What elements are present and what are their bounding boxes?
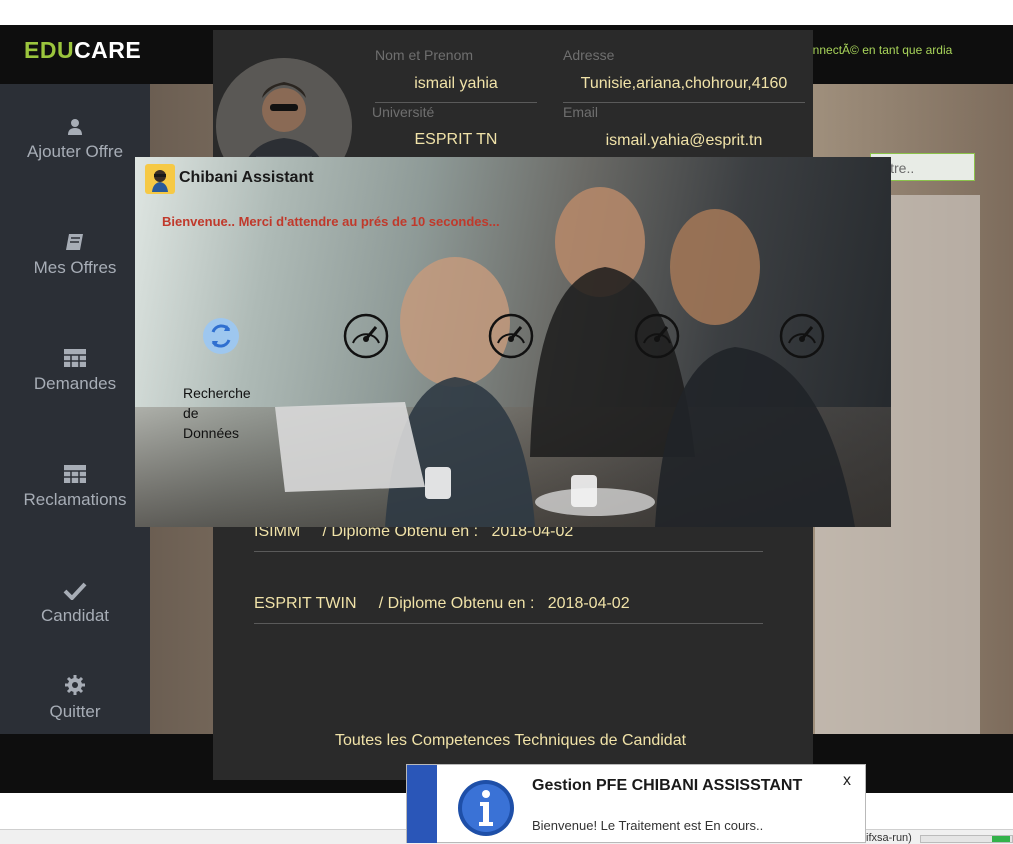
competences-title: Toutes les Competences Techniques de Can… xyxy=(335,732,687,749)
educare-logo: EDUCARE xyxy=(24,37,141,64)
email-value: ismail.yahia@esprit.tn xyxy=(605,132,763,149)
table-icon xyxy=(64,465,86,483)
assistant-welcome-message: Bienvenue.. Merci d'attendre au prés de … xyxy=(162,214,500,229)
nom-value: ismail yahia xyxy=(414,75,498,92)
table-icon xyxy=(64,349,86,367)
universite-value: ESPRIT TN xyxy=(414,131,498,148)
notification-title: Gestion PFE CHIBANI ASSISSTANT xyxy=(532,777,803,794)
sidebar-item-demandes[interactable]: Demandes xyxy=(0,348,150,394)
adresse-underline xyxy=(563,102,805,103)
notification-accent-stripe xyxy=(407,765,437,843)
close-button[interactable]: x xyxy=(843,772,851,790)
user-icon xyxy=(68,119,82,135)
assistant-title: Chibani Assistant xyxy=(179,169,314,186)
gauge-icon xyxy=(343,313,389,359)
notification-message: Bienvenue! Le Traitement est En cours.. xyxy=(532,818,764,833)
sidebar-item-candidat[interactable]: Candidat xyxy=(0,582,150,626)
diploma-label: / Diplome Obtenu en : xyxy=(378,595,535,612)
assistant-logo-icon xyxy=(145,164,175,194)
sidebar-item-label: Demandes xyxy=(33,374,117,393)
book-icon xyxy=(66,234,83,250)
email-label: Email xyxy=(563,104,599,120)
gauge-icon xyxy=(779,313,825,359)
diploma-row: ESPRIT TWIN / Diplome Obtenu en : 2018-0… xyxy=(254,595,630,613)
connected-user-label: connectÃ© en tant que ardia xyxy=(800,43,953,57)
diploma-school: ESPRIT TWIN xyxy=(254,595,357,612)
sidebar-item-reclamations[interactable]: Reclamations xyxy=(0,464,150,510)
gear-icon xyxy=(65,675,85,695)
logo-part-edu: EDU xyxy=(24,37,75,63)
check-icon xyxy=(63,582,87,600)
taskbar-text: ifxsa-run) xyxy=(866,832,912,844)
taskbar-progress-fill xyxy=(992,836,1010,842)
diploma-divider xyxy=(254,623,763,624)
sidebar-item-label: Mes Offres xyxy=(33,258,117,277)
sidebar-item-ajouter-offre[interactable]: Ajouter Offre xyxy=(0,118,150,162)
adresse-value: Tunisie,ariana,chohrour,4160 xyxy=(580,75,788,92)
universite-label: Université xyxy=(372,104,435,120)
nom-underline xyxy=(375,102,537,103)
sidebar-item-label: Reclamations xyxy=(23,490,127,509)
adresse-label: Adresse xyxy=(563,47,615,63)
nom-label: Nom et Prenom xyxy=(375,47,474,63)
logo-part-care: CARE xyxy=(74,37,142,63)
diploma-date: 2018-04-02 xyxy=(547,595,630,612)
diploma-divider xyxy=(254,551,763,552)
sidebar: Ajouter Offre Mes Offres Demandes Reclam… xyxy=(0,84,150,734)
sidebar-item-label: Candidat xyxy=(40,606,110,625)
sidebar-item-quitter[interactable]: Quitter xyxy=(0,674,150,722)
sidebar-item-label: Ajouter Offre xyxy=(26,142,124,161)
sidebar-item-mes-offres[interactable]: Mes Offres xyxy=(0,232,150,278)
info-icon xyxy=(458,780,514,836)
refresh-icon xyxy=(203,318,239,354)
assistant-step-label: Recherche de Données xyxy=(183,385,251,441)
gauge-icon xyxy=(488,313,534,359)
gauge-icon xyxy=(634,313,680,359)
sidebar-item-label: Quitter xyxy=(49,702,101,721)
